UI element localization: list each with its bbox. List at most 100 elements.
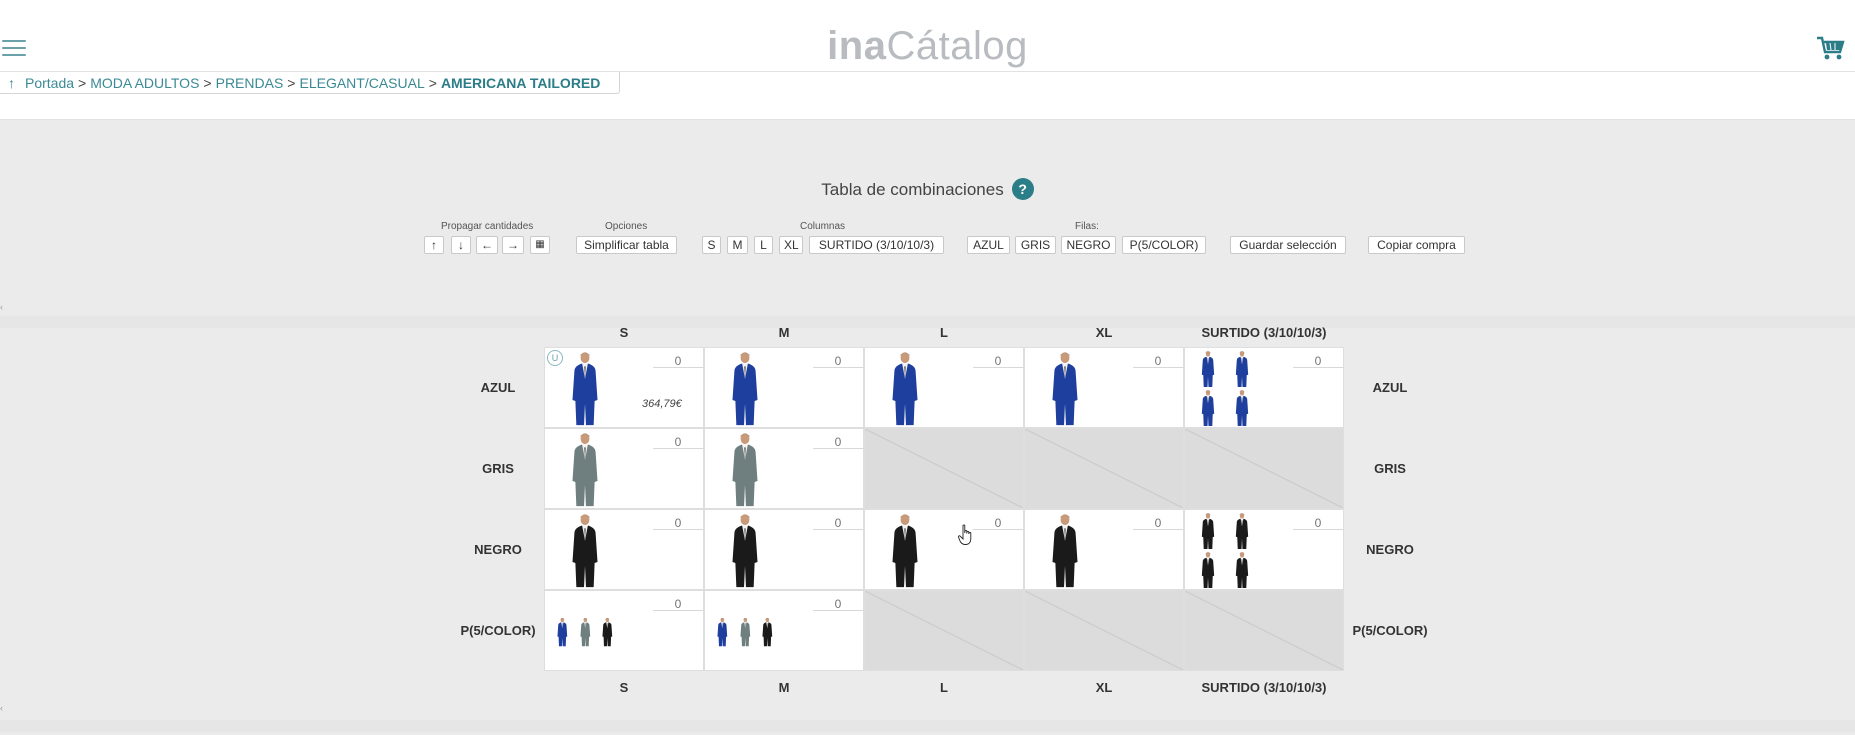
breadcrumb-link-portada[interactable]: Portada — [25, 75, 74, 91]
quantity-input[interactable] — [813, 516, 863, 530]
combination-cell-gris-0 — [544, 428, 704, 509]
row-header-left: GRIS — [482, 461, 514, 476]
product-photo[interactable] — [1191, 512, 1259, 589]
quantity-input[interactable] — [1293, 516, 1343, 530]
quantity-input[interactable] — [973, 354, 1023, 368]
quantity-input[interactable] — [653, 516, 703, 530]
combination-cell-gris-3 — [1024, 428, 1184, 509]
combination-cell-negro-0 — [544, 509, 704, 590]
suit-thumbnail — [1201, 551, 1215, 588]
suit-thumbnail — [1201, 513, 1215, 550]
product-photo[interactable] — [1031, 350, 1099, 427]
product-photo[interactable] — [711, 431, 779, 508]
row-header-right: AZUL — [1372, 380, 1408, 395]
suit-thumbnail — [1201, 389, 1215, 426]
quantity-input[interactable] — [653, 354, 703, 368]
column-header-bottom: S — [619, 680, 629, 695]
suit-thumbnail — [717, 617, 728, 646]
suit-photo — [572, 514, 598, 588]
column-toggle-xl[interactable]: XL — [779, 236, 803, 254]
row-header-right: GRIS — [1374, 461, 1406, 476]
column-header-bottom: L — [940, 680, 948, 695]
quantity-input[interactable] — [1133, 354, 1183, 368]
cart-icon[interactable] — [1815, 34, 1845, 62]
combination-cell-p5-0 — [544, 590, 704, 671]
product-photo[interactable] — [551, 512, 619, 589]
column-header-top: L — [940, 325, 948, 340]
product-photo[interactable] — [711, 350, 779, 427]
column-toggle-l[interactable]: L — [754, 236, 773, 254]
propagate-left-button[interactable]: ← — [476, 236, 498, 254]
column-header-top: SURTIDO (3/10/10/3) — [1201, 325, 1327, 340]
product-photo[interactable] — [871, 512, 939, 589]
breadcrumb-link-elegant-casual[interactable]: ELEGANT/CASUAL — [299, 75, 424, 91]
breadcrumb-bar: ↑ Portada > MODA ADULTOS > PRENDAS > ELEGANT/CA… — [0, 72, 1855, 120]
save-selection-button[interactable]: Guardar selección — [1230, 236, 1346, 254]
combination-cell-gris-2 — [864, 428, 1024, 509]
row-toggle-gris[interactable]: GRIS — [1015, 236, 1056, 254]
breadcrumb-up-icon[interactable]: ↑ — [8, 75, 15, 91]
combination-cell-p5-3 — [1024, 590, 1184, 671]
product-photo[interactable] — [551, 431, 619, 508]
quantity-input[interactable] — [813, 435, 863, 449]
column-toggle-s[interactable]: S — [702, 236, 721, 254]
column-toggle-surtido[interactable]: SURTIDO (3/10/10/3) — [809, 236, 944, 254]
suit-photo — [732, 514, 758, 588]
propagate-down-button[interactable]: ↓ — [451, 236, 471, 254]
row-header-right: P(5/COLOR) — [1352, 623, 1428, 638]
quantity-input[interactable] — [653, 435, 703, 449]
row-toggle-p5-color[interactable]: P(5/COLOR) — [1122, 236, 1206, 254]
combination-cell-gris-4 — [1184, 428, 1344, 509]
product-photo[interactable] — [551, 593, 619, 670]
quantity-input[interactable] — [1133, 516, 1183, 530]
breadcrumb-link-prendas[interactable]: PRENDAS — [216, 75, 284, 91]
simplify-table-button[interactable]: Simplificar tabla — [576, 236, 677, 254]
column-header-bottom: SURTIDO (3/10/10/3) — [1201, 680, 1327, 695]
quantity-input[interactable] — [973, 516, 1023, 530]
suit-thumbnail — [1201, 351, 1215, 388]
propagate-right-button[interactable]: → — [502, 236, 524, 254]
combination-cell-azul-4 — [1184, 347, 1344, 428]
column-toggle-m[interactable]: M — [727, 236, 748, 254]
suit-photo — [1052, 514, 1078, 588]
scroll-left-bottom-icon[interactable]: ‹ — [0, 703, 3, 713]
quantity-input[interactable] — [813, 354, 863, 368]
quantity-input[interactable] — [1293, 354, 1343, 368]
copy-purchase-button[interactable]: Copiar compra — [1368, 236, 1465, 254]
unit-badge-icon: U — [547, 350, 563, 366]
breadcrumb-separator: > — [428, 75, 437, 91]
product-photo[interactable] — [1191, 350, 1259, 427]
mouse-cursor-icon — [958, 524, 972, 545]
row-toggle-azul[interactable]: AZUL — [967, 236, 1010, 254]
column-header-top: S — [619, 325, 629, 340]
quantity-input[interactable] — [813, 597, 863, 611]
suit-photo — [732, 352, 758, 426]
column-header-bottom: M — [778, 680, 790, 695]
help-icon[interactable]: ? — [1011, 178, 1034, 200]
product-photo[interactable] — [1031, 512, 1099, 589]
combination-cell-p5-1 — [704, 590, 864, 671]
combination-cell-negro-1 — [704, 509, 864, 590]
product-photo[interactable] — [871, 350, 939, 427]
propagate-label: Propagar cantidades — [441, 221, 534, 232]
combination-cell-p5-2 — [864, 590, 1024, 671]
column-header-bottom: XL — [1095, 680, 1113, 695]
product-photo[interactable] — [711, 593, 779, 670]
combination-cell-negro-3 — [1024, 509, 1184, 590]
column-header-top: M — [778, 325, 790, 340]
suit-thumbnail — [580, 617, 590, 646]
breadcrumb: ↑ Portada > MODA ADULTOS > PRENDAS > ELEGANT/CA… — [0, 72, 620, 94]
propagate-up-button[interactable]: ↑ — [424, 236, 444, 254]
combination-cell-azul-3 — [1024, 347, 1184, 428]
scroll-left-top-icon[interactable]: ‹ — [0, 302, 3, 312]
app-logo[interactable]: inaCátalog — [0, 24, 1855, 69]
suit-thumbnail — [740, 617, 750, 646]
suit-photo — [892, 514, 918, 588]
suit-photo — [892, 352, 918, 426]
breadcrumb-link-moda-adultos[interactable]: MODA ADULTOS — [90, 75, 199, 91]
row-toggle-negro[interactable]: NEGRO — [1061, 236, 1116, 254]
breadcrumb-separator: > — [203, 75, 212, 91]
product-photo[interactable] — [711, 512, 779, 589]
quantity-input[interactable] — [653, 597, 703, 611]
propagate-all-button[interactable]: ▦ — [530, 236, 550, 254]
